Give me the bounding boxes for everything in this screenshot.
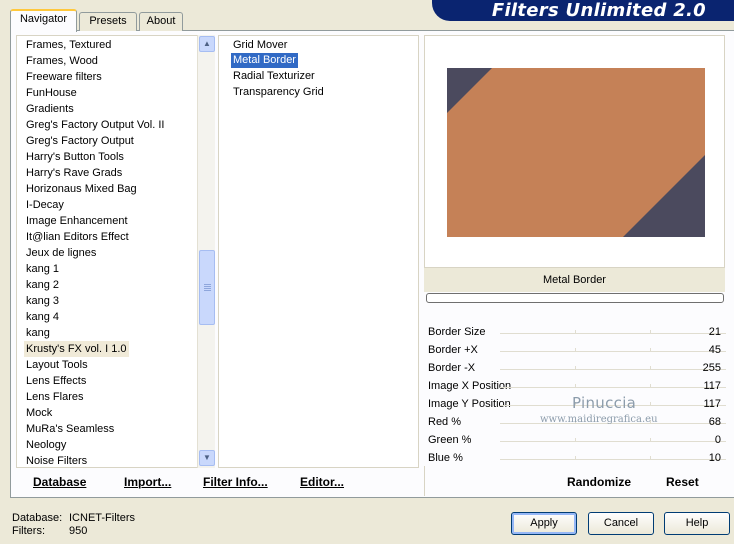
grip-line xyxy=(204,290,211,291)
param-value: 45 xyxy=(708,344,721,356)
app-title: Filters Unlimited 2.0 xyxy=(432,0,734,21)
scroll-up-button[interactable]: ▲ xyxy=(199,36,215,52)
tab-about[interactable]: About xyxy=(139,12,183,31)
list-item-selected[interactable]: Krusty's FX vol. I 1.0 xyxy=(24,341,129,357)
filters-label: Filters: xyxy=(12,525,45,537)
database-value: ICNET-Filters xyxy=(69,512,135,524)
param-slider[interactable] xyxy=(500,456,726,460)
filter-info-button[interactable]: Filter Info... xyxy=(203,474,268,490)
list-item[interactable]: Horizonaus Mixed Bag xyxy=(24,181,139,197)
filter-name-label: Metal Border xyxy=(424,268,725,292)
host-menu-strip xyxy=(0,544,734,550)
list-item[interactable]: Layout Tools xyxy=(24,357,90,373)
cancel-button[interactable]: Cancel xyxy=(588,512,654,535)
list-item[interactable]: kang 1 xyxy=(24,261,61,277)
category-list[interactable]: Frames, Textured Frames, Wood Freeware f… xyxy=(16,35,215,468)
list-item[interactable]: I-Decay xyxy=(24,197,66,213)
filters-count: 950 xyxy=(69,525,88,537)
watermark-name: Pinuccia xyxy=(572,394,637,412)
list-item[interactable]: MuRa's Seamless xyxy=(24,421,116,437)
database-button[interactable]: Database xyxy=(33,474,86,490)
param-value: 10 xyxy=(708,452,721,464)
grip-line xyxy=(204,286,211,287)
param-label: Border -X xyxy=(428,362,476,374)
tab-navigator[interactable]: Navigator xyxy=(10,9,77,32)
list-item[interactable]: kang 2 xyxy=(24,277,61,293)
list-item[interactable]: Greg's Factory Output xyxy=(24,133,136,149)
list-item[interactable]: Transparency Grid xyxy=(231,85,326,100)
param-green[interactable]: Green % 0 xyxy=(424,432,726,450)
param-value: 68 xyxy=(708,416,721,428)
param-slider[interactable] xyxy=(500,366,726,370)
list-item[interactable]: Frames, Wood xyxy=(24,53,100,69)
param-border-plus-x[interactable]: Border +X 45 xyxy=(424,342,726,360)
progress-bar xyxy=(426,293,724,303)
param-label: Image X Position xyxy=(428,380,512,392)
list-item[interactable]: Harry's Rave Grads xyxy=(24,165,124,181)
list-item[interactable]: Harry's Button Tools xyxy=(24,149,126,165)
list-item[interactable]: Freeware filters xyxy=(24,69,104,85)
list-item[interactable]: kang 3 xyxy=(24,293,61,309)
tab-presets[interactable]: Presets xyxy=(79,12,137,31)
grip-line xyxy=(204,284,211,285)
list-item[interactable]: Lens Flares xyxy=(24,389,85,405)
param-slider[interactable] xyxy=(500,438,726,442)
param-border-size[interactable]: Border Size 21 xyxy=(424,324,726,342)
apply-button[interactable]: Apply xyxy=(511,512,577,535)
param-label: Border +X xyxy=(428,344,478,356)
param-label: Green % xyxy=(428,434,472,446)
filter-list[interactable]: Grid Mover Metal Border Radial Texturize… xyxy=(218,35,419,468)
list-item[interactable]: Mock xyxy=(24,405,54,421)
param-value: 21 xyxy=(708,326,721,338)
list-item[interactable]: Frames, Textured xyxy=(24,37,113,53)
param-value: 0 xyxy=(714,434,721,446)
grip-line xyxy=(204,288,211,289)
list-item[interactable]: Radial Texturizer xyxy=(231,69,317,84)
param-value: 117 xyxy=(703,380,721,392)
watermark-url: www.maidiregrafica.eu xyxy=(540,414,658,425)
param-label: Red % xyxy=(428,416,462,428)
list-item[interactable]: Grid Mover xyxy=(231,38,289,53)
database-label: Database: xyxy=(12,512,63,524)
editor-button[interactable]: Editor... xyxy=(300,474,344,490)
reset-button[interactable]: Reset xyxy=(666,474,699,490)
randomize-button[interactable]: Randomize xyxy=(567,474,631,490)
scroll-thumb[interactable] xyxy=(199,250,215,325)
param-value: 255 xyxy=(702,362,721,374)
list-item[interactable]: Image Enhancement xyxy=(24,213,130,229)
list-item[interactable]: Gradients xyxy=(24,101,76,117)
param-label: Image Y Position xyxy=(428,398,511,410)
param-blue[interactable]: Blue % 10 xyxy=(424,450,726,468)
category-scrollbar[interactable]: ▲ ▼ xyxy=(197,35,215,468)
param-label: Border Size xyxy=(428,326,486,338)
list-item[interactable]: kang 4 xyxy=(24,309,61,325)
param-slider[interactable] xyxy=(500,348,726,352)
divider xyxy=(424,466,425,496)
scroll-down-button[interactable]: ▼ xyxy=(199,450,215,466)
list-item[interactable]: Jeux de lignes xyxy=(24,245,98,261)
list-item-selected[interactable]: Metal Border xyxy=(231,53,298,68)
list-item[interactable]: Lens Effects xyxy=(24,373,88,389)
list-item[interactable]: It@lian Editors Effect xyxy=(24,229,131,245)
list-item[interactable]: FunHouse xyxy=(24,85,79,101)
help-button[interactable]: Help xyxy=(664,512,730,535)
import-button[interactable]: Import... xyxy=(124,474,171,490)
list-item[interactable]: Noise Filters xyxy=(24,453,89,467)
preview-image[interactable] xyxy=(447,68,705,237)
list-item[interactable]: Greg's Factory Output Vol. II xyxy=(24,117,166,133)
list-item[interactable]: kang xyxy=(24,325,52,341)
param-value: 117 xyxy=(703,398,721,410)
param-label: Blue % xyxy=(428,452,463,464)
list-item[interactable]: Neology xyxy=(24,437,68,453)
param-border-minus-x[interactable]: Border -X 255 xyxy=(424,360,726,378)
param-slider[interactable] xyxy=(500,384,726,388)
param-slider[interactable] xyxy=(500,330,726,334)
